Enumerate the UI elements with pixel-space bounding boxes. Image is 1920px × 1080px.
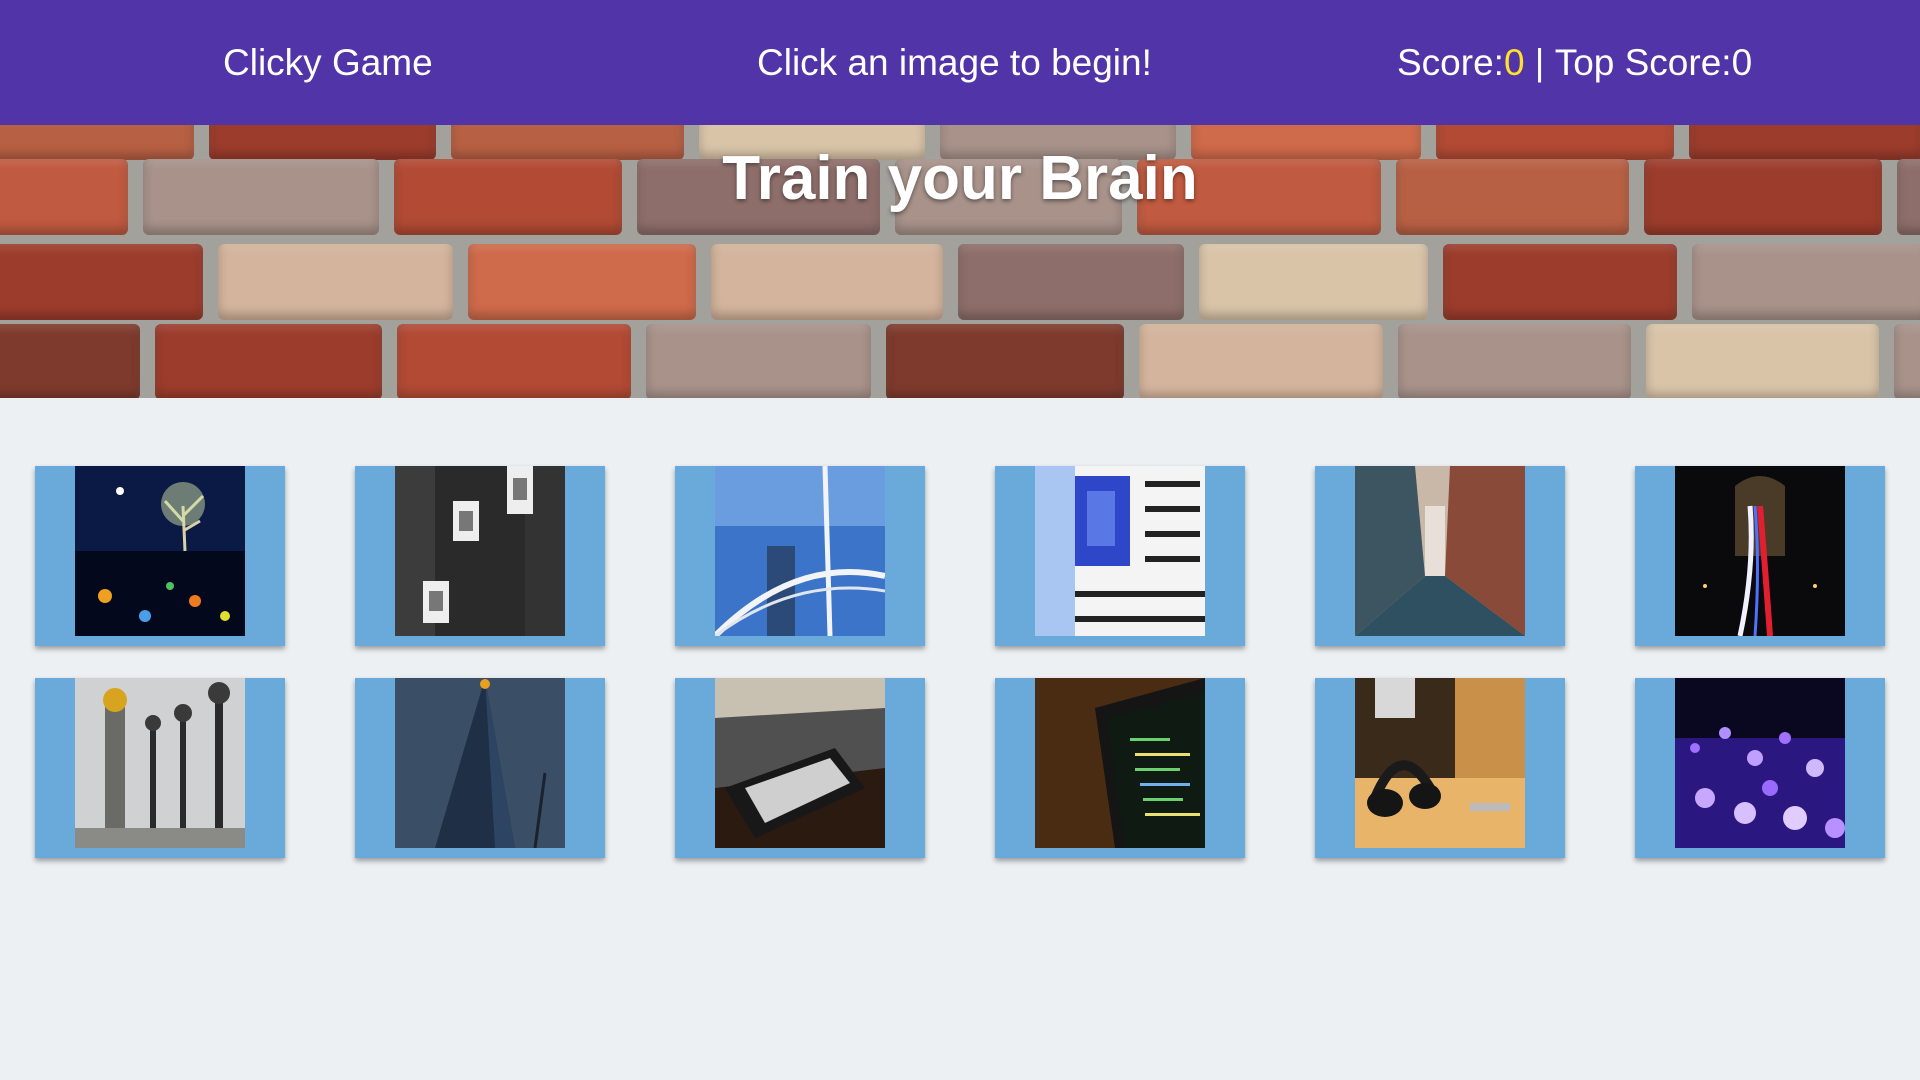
brick	[1692, 244, 1920, 320]
headphones-on-desk-image	[1355, 678, 1525, 848]
blue-white-office-building-image-art	[1035, 466, 1205, 636]
image-card[interactable]	[35, 466, 285, 646]
image-card[interactable]	[675, 466, 925, 646]
image-card[interactable]	[1635, 466, 1885, 646]
laptop-code-screen-image-art	[1035, 678, 1205, 848]
brick	[1139, 324, 1383, 398]
status-message-text: Click an image to begin!	[757, 41, 1152, 83]
image-card[interactable]	[355, 678, 605, 858]
bridge-light-trails-night-image	[1675, 466, 1845, 636]
image-card[interactable]	[675, 678, 925, 858]
brick	[1443, 244, 1677, 320]
white-bridge-arch-tower-image-art	[715, 466, 885, 636]
brick	[1646, 324, 1879, 398]
city-street-brick-buildings-image-art	[1355, 466, 1525, 636]
brick	[1199, 244, 1428, 320]
image-card[interactable]	[35, 678, 285, 858]
brick	[155, 324, 382, 398]
elevator-building-facade-image	[395, 466, 565, 636]
hero-title: Train your Brain	[722, 144, 1198, 213]
bridge-light-trails-night-image-art	[1675, 466, 1845, 636]
city-street-brick-buildings-image	[1355, 466, 1525, 636]
purple-fiber-optic-lights-image	[1675, 678, 1845, 848]
brick	[1894, 324, 1920, 398]
brick	[1398, 324, 1631, 398]
ornate-bridge-lampposts-image	[75, 678, 245, 848]
blue-white-office-building-image	[1035, 466, 1205, 636]
brick	[958, 244, 1184, 320]
night-pond-tree-lights-image	[75, 466, 245, 636]
image-card[interactable]	[1635, 678, 1885, 858]
top-score-label: Top Score:	[1554, 41, 1732, 83]
brick	[711, 244, 943, 320]
image-card[interactable]	[995, 678, 1245, 858]
brick	[0, 244, 203, 320]
smartphone-on-laptop-image-art	[715, 678, 885, 848]
brick	[646, 324, 871, 398]
brand-label: Clicky Game	[223, 41, 433, 83]
score-value: 0	[1503, 41, 1525, 83]
image-card[interactable]	[355, 466, 605, 646]
white-bridge-arch-tower-image	[715, 466, 885, 636]
ornate-bridge-lampposts-image-art	[75, 678, 245, 848]
brick	[468, 244, 696, 320]
score-separator: |	[1524, 41, 1555, 83]
hero-banner: Train your Brain	[0, 125, 1920, 398]
score-display: Score: 0 | Top Score: 0	[1397, 0, 1752, 125]
brick	[218, 244, 453, 320]
elevator-building-facade-image-art	[395, 466, 565, 636]
brick	[886, 324, 1124, 398]
purple-fiber-optic-lights-image-art	[1675, 678, 1845, 848]
glass-skyscraper-fog-image	[395, 678, 565, 848]
laptop-code-screen-image	[1035, 678, 1205, 848]
headphones-on-desk-image-art	[1355, 678, 1525, 848]
smartphone-on-laptop-image	[715, 678, 885, 848]
navbar: Clicky Game Click an image to begin! Sco…	[0, 0, 1920, 125]
brand-link[interactable]: Clicky Game	[223, 0, 433, 125]
glass-skyscraper-fog-image-art	[395, 678, 565, 848]
image-card[interactable]	[1315, 466, 1565, 646]
score-label: Score:	[1397, 41, 1504, 83]
image-card[interactable]	[1315, 678, 1565, 858]
brick	[0, 324, 140, 398]
image-card[interactable]	[995, 466, 1245, 646]
status-message: Click an image to begin!	[757, 0, 1152, 125]
night-pond-tree-lights-image-art	[75, 466, 245, 636]
brick	[397, 324, 631, 398]
top-score-value: 0	[1731, 41, 1753, 83]
